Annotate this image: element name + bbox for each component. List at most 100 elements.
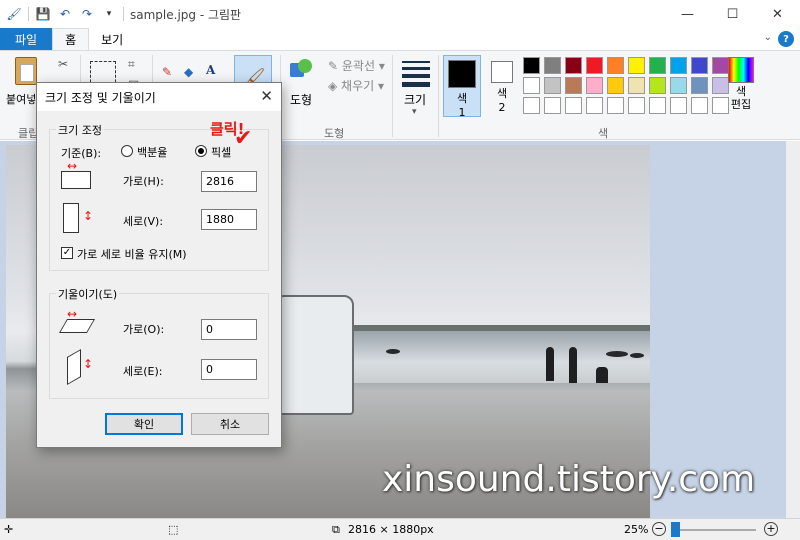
palette-swatch[interactable] [691,97,708,114]
keep-ratio-checkbox[interactable]: ✓ [61,247,73,259]
paint-app-icon[interactable]: 🖌 [6,6,22,22]
help-icon[interactable]: ? [778,31,794,47]
palette-swatch[interactable] [628,77,645,94]
pixels-radio-label[interactable]: 픽셀 [211,144,231,160]
skew-horizontal-input[interactable] [201,319,257,340]
palette-swatch[interactable] [523,57,540,74]
palette-swatch[interactable] [586,57,603,74]
customize-dropdown-icon[interactable]: ▾ [101,6,117,22]
vertical-input[interactable] [201,209,257,230]
color2-swatch [491,61,513,83]
cancel-button[interactable]: 취소 [191,413,269,435]
palette-swatch[interactable] [523,97,540,114]
save-icon[interactable]: 💾 [35,6,51,22]
size-icon[interactable] [402,61,430,91]
palette-swatch[interactable] [628,57,645,74]
selection-size-icon: ⬚ [168,523,179,536]
color1-label: 색 [456,92,468,105]
rock [386,349,400,354]
ok-button[interactable]: 확인 [105,413,183,435]
minimize-button[interactable]: — [665,0,710,28]
paste-label: 붙여넣 [6,93,37,106]
divider [123,7,124,21]
dialog-close-button[interactable]: ✕ [260,87,273,105]
palette-swatch[interactable] [586,77,603,94]
palette-swatch[interactable] [691,57,708,74]
palette-swatch[interactable] [691,77,708,94]
palette-swatch[interactable] [523,77,540,94]
window-title: sample.jpg - 그림판 [130,7,242,22]
skew-vertical-arrow-icon: ↕ [83,357,94,371]
edit-colors-label-2: 편집 [730,98,752,111]
percent-radio[interactable] [121,145,133,157]
color1-button[interactable]: 색 1 [443,55,481,119]
palette-swatch[interactable] [628,97,645,114]
skew-group: 기울이기(도) [49,286,269,399]
maximize-button[interactable]: ☐ [710,0,755,28]
palette-swatch[interactable] [544,57,561,74]
ribbon-tabs: 파일 홈 보기 ⌄ ? [0,28,800,50]
color2-label: 색 [496,87,508,100]
fill-bucket-icon[interactable]: ◆ [184,65,193,79]
shapes-icon[interactable] [290,59,314,83]
vertical-resize-icon [63,203,79,233]
text-tool-icon[interactable]: A [206,63,215,77]
skew-horizontal-label: 가로(O): [123,323,165,336]
palette-swatch[interactable] [565,57,582,74]
zoom-out-button[interactable]: − [652,522,666,536]
pencil-icon[interactable]: ✎ [162,65,172,79]
rock [630,353,644,358]
tab-view[interactable]: 보기 [89,28,135,50]
redo-icon[interactable]: ↷ [79,6,95,22]
dialog-title-bar: 크기 조정 및 기울이기 ✕ [37,83,281,111]
palette-swatch[interactable] [649,97,666,114]
palette-swatch[interactable] [670,97,687,114]
horizontal-label: 가로(H): [123,175,164,188]
tab-file[interactable]: 파일 [0,28,53,50]
image-size-icon: ⧉ [332,523,340,536]
cut-icon[interactable]: ✂ [58,57,68,71]
palette-swatch[interactable] [565,97,582,114]
close-button[interactable]: ✕ [755,0,800,28]
palette-swatch[interactable] [544,97,561,114]
palette-swatch[interactable] [607,77,624,94]
collapse-ribbon-icon[interactable]: ⌄ [764,32,772,43]
vertical-arrow-icon: ↕ [83,209,94,223]
watermark-text: xinsound.tistory.com [382,459,756,500]
palette-swatch[interactable] [607,97,624,114]
zoom-in-button[interactable]: + [764,522,778,536]
palette-swatch[interactable] [670,57,687,74]
outline-button[interactable]: ✎ 윤곽선 ▾ [328,57,385,74]
vertical-scrollbar[interactable] [786,141,800,518]
palette-swatch[interactable] [586,97,603,114]
paste-button[interactable]: 붙여넣 [6,57,46,106]
zoom-slider[interactable] [672,529,756,531]
shapes-label[interactable]: 도형 [290,91,312,108]
zoom-slider-thumb[interactable] [671,522,680,537]
palette-swatch[interactable] [670,77,687,94]
crop-icon[interactable]: ⌗ [128,57,135,72]
palette-swatch[interactable] [565,77,582,94]
person [569,347,577,383]
palette-swatch[interactable] [649,77,666,94]
color1-number: 1 [458,106,466,119]
skew-vertical-input[interactable] [201,359,257,380]
fill-button[interactable]: ◈ 채우기 ▾ [328,77,384,94]
size-label[interactable]: 크기 [404,91,426,108]
edit-colors-button[interactable]: 색 편집 [726,57,756,111]
size-dropdown-icon[interactable]: ▾ [412,107,417,117]
resize-legend: 크기 조정 [56,122,104,138]
palette-swatch[interactable] [544,77,561,94]
skew-vertical-label: 세로(E): [123,365,163,378]
palette-swatch[interactable] [607,57,624,74]
horizontal-input[interactable] [201,171,257,192]
tab-home[interactable]: 홈 [52,28,90,50]
color2-button[interactable]: 색 2 [483,55,521,117]
window-controls: — ☐ ✕ [665,0,800,28]
percent-radio-label[interactable]: 백분율 [137,144,167,160]
undo-icon[interactable]: ↶ [57,6,73,22]
palette-swatch[interactable] [649,57,666,74]
pixels-radio[interactable] [195,145,207,157]
keep-ratio-label[interactable]: 가로 세로 비율 유지(M) [77,246,187,262]
divider [28,7,29,21]
